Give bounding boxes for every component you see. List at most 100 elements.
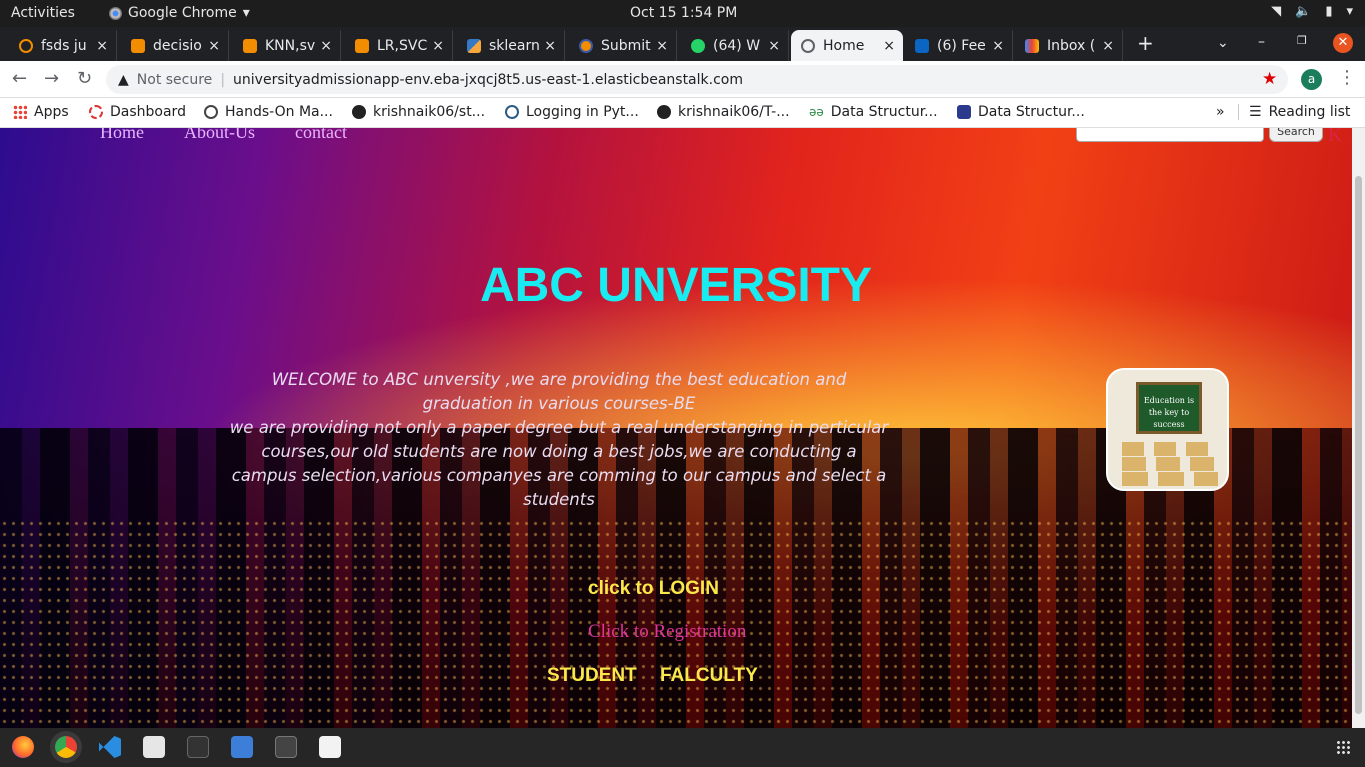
more-menu-icon[interactable]: ⋮ bbox=[1338, 67, 1356, 88]
tab-lr-svc[interactable]: LR,SVC × bbox=[345, 30, 453, 61]
tab-submit[interactable]: Submit × bbox=[569, 30, 677, 61]
tab-home[interactable]: Home × bbox=[791, 30, 903, 61]
warning-icon[interactable]: ▲ bbox=[118, 72, 129, 88]
globe-icon bbox=[204, 105, 218, 119]
close-icon[interactable]: × bbox=[208, 38, 220, 54]
bookmark-label: krishnaik06/st... bbox=[373, 104, 486, 120]
registration-link[interactable]: Click to Registration bbox=[588, 621, 746, 643]
restore-button[interactable]: ❐ bbox=[1297, 34, 1307, 47]
close-icon[interactable]: × bbox=[96, 38, 108, 54]
vscode-icon[interactable] bbox=[99, 736, 121, 758]
files-icon[interactable] bbox=[143, 736, 165, 758]
page-scrollbar[interactable] bbox=[1352, 128, 1365, 728]
bookmark-data-structures-2[interactable]: Data Structur... bbox=[957, 104, 1085, 120]
address-bar[interactable]: ▲ Not secure | universityadmissionapp-en… bbox=[106, 65, 1288, 94]
show-applications-icon[interactable] bbox=[1336, 740, 1350, 754]
close-icon[interactable]: × bbox=[544, 38, 556, 54]
terminal-icon[interactable] bbox=[187, 736, 209, 758]
bookmark-apps[interactable]: Apps bbox=[13, 104, 69, 120]
tab-linkedin[interactable]: (6) Fee × bbox=[905, 30, 1013, 61]
reading-list-button[interactable]: ☰ Reading list bbox=[1238, 104, 1350, 120]
close-icon[interactable]: × bbox=[992, 38, 1004, 54]
firefox-icon[interactable] bbox=[12, 736, 34, 758]
tab-decision[interactable]: decisio × bbox=[121, 30, 229, 61]
document-viewer-icon[interactable] bbox=[319, 736, 341, 758]
wifi-icon: ◥ bbox=[1271, 4, 1282, 19]
partial-glyph: K bbox=[1328, 128, 1343, 146]
close-icon[interactable]: × bbox=[1102, 38, 1114, 54]
bookmark-logging[interactable]: Logging in Pyt... bbox=[505, 104, 639, 120]
battery-icon: ▮ bbox=[1325, 4, 1333, 19]
tab-label: Inbox ( bbox=[1047, 37, 1096, 54]
reading-list-label: Reading list bbox=[1268, 104, 1351, 120]
bookmark-github-2[interactable]: krishnaik06/T-... bbox=[657, 104, 790, 120]
close-icon[interactable]: × bbox=[320, 38, 332, 54]
bookmark-data-structures-1[interactable]: ǝǝ Data Structur... bbox=[809, 104, 938, 120]
close-window-button[interactable]: ✕ bbox=[1333, 33, 1353, 53]
image-caption: Education is the key to success bbox=[1143, 396, 1195, 429]
tab-whatsapp[interactable]: (64) W × bbox=[681, 30, 789, 61]
notebook-icon bbox=[131, 38, 145, 53]
tab-strip: fsds ju × decisio × KNN,sv × LR,SVC × sk… bbox=[0, 27, 1365, 61]
back-button[interactable]: ← bbox=[12, 68, 27, 89]
scrollbar-thumb[interactable] bbox=[1355, 176, 1362, 714]
tab-gmail[interactable]: Inbox ( × bbox=[1015, 30, 1123, 61]
close-icon[interactable]: × bbox=[883, 38, 895, 54]
divider: | bbox=[220, 71, 226, 88]
tab-sklearn[interactable]: sklearn × bbox=[457, 30, 565, 61]
bookmarks-overflow-icon[interactable]: » bbox=[1216, 104, 1225, 120]
security-status[interactable]: Not secure bbox=[137, 72, 213, 88]
taskbar-dock bbox=[0, 728, 1365, 767]
nav-contact-link[interactable]: contact bbox=[295, 128, 347, 143]
page-title: ABC UNVERSITY bbox=[0, 258, 1352, 313]
github-icon bbox=[352, 105, 366, 119]
forward-button[interactable]: → bbox=[44, 68, 59, 89]
chalkboard: Education is the key to success bbox=[1136, 382, 1202, 434]
close-icon[interactable]: × bbox=[768, 38, 780, 54]
bookmark-dashboard[interactable]: Dashboard bbox=[89, 104, 186, 120]
site-search-input[interactable] bbox=[1076, 128, 1264, 142]
clock[interactable]: Oct 15 1:54 PM bbox=[630, 5, 737, 21]
shield-icon bbox=[957, 105, 971, 119]
minimize-button[interactable]: – bbox=[1258, 34, 1265, 50]
nav-home-link[interactable]: Home bbox=[100, 128, 144, 143]
linkedin-icon bbox=[915, 38, 929, 53]
page-content: Home About-Us contact Search K ABC UNVER… bbox=[0, 128, 1352, 728]
tab-search-chevron-icon[interactable]: ⌄ bbox=[1217, 35, 1229, 51]
bookmark-label: Logging in Pyt... bbox=[526, 104, 639, 120]
jupyter-icon bbox=[19, 38, 33, 53]
python-icon bbox=[505, 105, 519, 119]
welcome-line: WELCOME to ABC unversity ,we are providi… bbox=[271, 370, 847, 413]
tab-label: fsds ju bbox=[41, 37, 87, 54]
bookmark-star-icon[interactable]: ★ bbox=[1262, 69, 1277, 89]
app-menu[interactable]: Google Chrome ▾ bbox=[109, 5, 250, 21]
close-icon[interactable]: × bbox=[656, 38, 668, 54]
site-title-text: ABC UNVERSITY bbox=[479, 259, 873, 312]
system-tray[interactable]: ◥ 🔈 ▮ ▾ bbox=[1271, 4, 1353, 19]
reload-button[interactable]: ↻ bbox=[77, 68, 92, 89]
bookmark-hands-on[interactable]: Hands-On Ma... bbox=[204, 104, 333, 120]
close-icon[interactable]: × bbox=[432, 38, 444, 54]
faculty-link[interactable]: FALCULTY bbox=[660, 665, 758, 687]
student-link[interactable]: STUDENT bbox=[547, 665, 637, 687]
login-link[interactable]: click to LOGIN bbox=[588, 578, 719, 600]
site-nav: Home About-Us contact bbox=[100, 128, 347, 143]
bookmark-label: Hands-On Ma... bbox=[225, 104, 333, 120]
new-tab-button[interactable]: + bbox=[1137, 31, 1154, 55]
text-editor-icon[interactable] bbox=[231, 736, 253, 758]
bookmark-github-1[interactable]: krishnaik06/st... bbox=[352, 104, 485, 120]
bookmark-label: Apps bbox=[34, 104, 69, 120]
sklearn-icon bbox=[467, 38, 481, 53]
nav-about-link[interactable]: About-Us bbox=[184, 128, 255, 143]
bookmark-label: krishnaik06/T-... bbox=[678, 104, 790, 120]
profile-avatar[interactable]: a bbox=[1301, 69, 1322, 90]
url-text[interactable]: universityadmissionapp-env.eba-jxqcj8t5.… bbox=[233, 72, 743, 88]
site-search-button[interactable]: Search bbox=[1269, 128, 1323, 142]
activities-button[interactable]: Activities bbox=[11, 5, 75, 21]
chrome-icon bbox=[109, 6, 122, 20]
system-monitor-icon[interactable] bbox=[275, 736, 297, 758]
chrome-icon[interactable] bbox=[55, 736, 77, 758]
gmail-icon bbox=[1025, 38, 1039, 53]
tab-fsds[interactable]: fsds ju × bbox=[9, 30, 117, 61]
tab-knn[interactable]: KNN,sv × bbox=[233, 30, 341, 61]
